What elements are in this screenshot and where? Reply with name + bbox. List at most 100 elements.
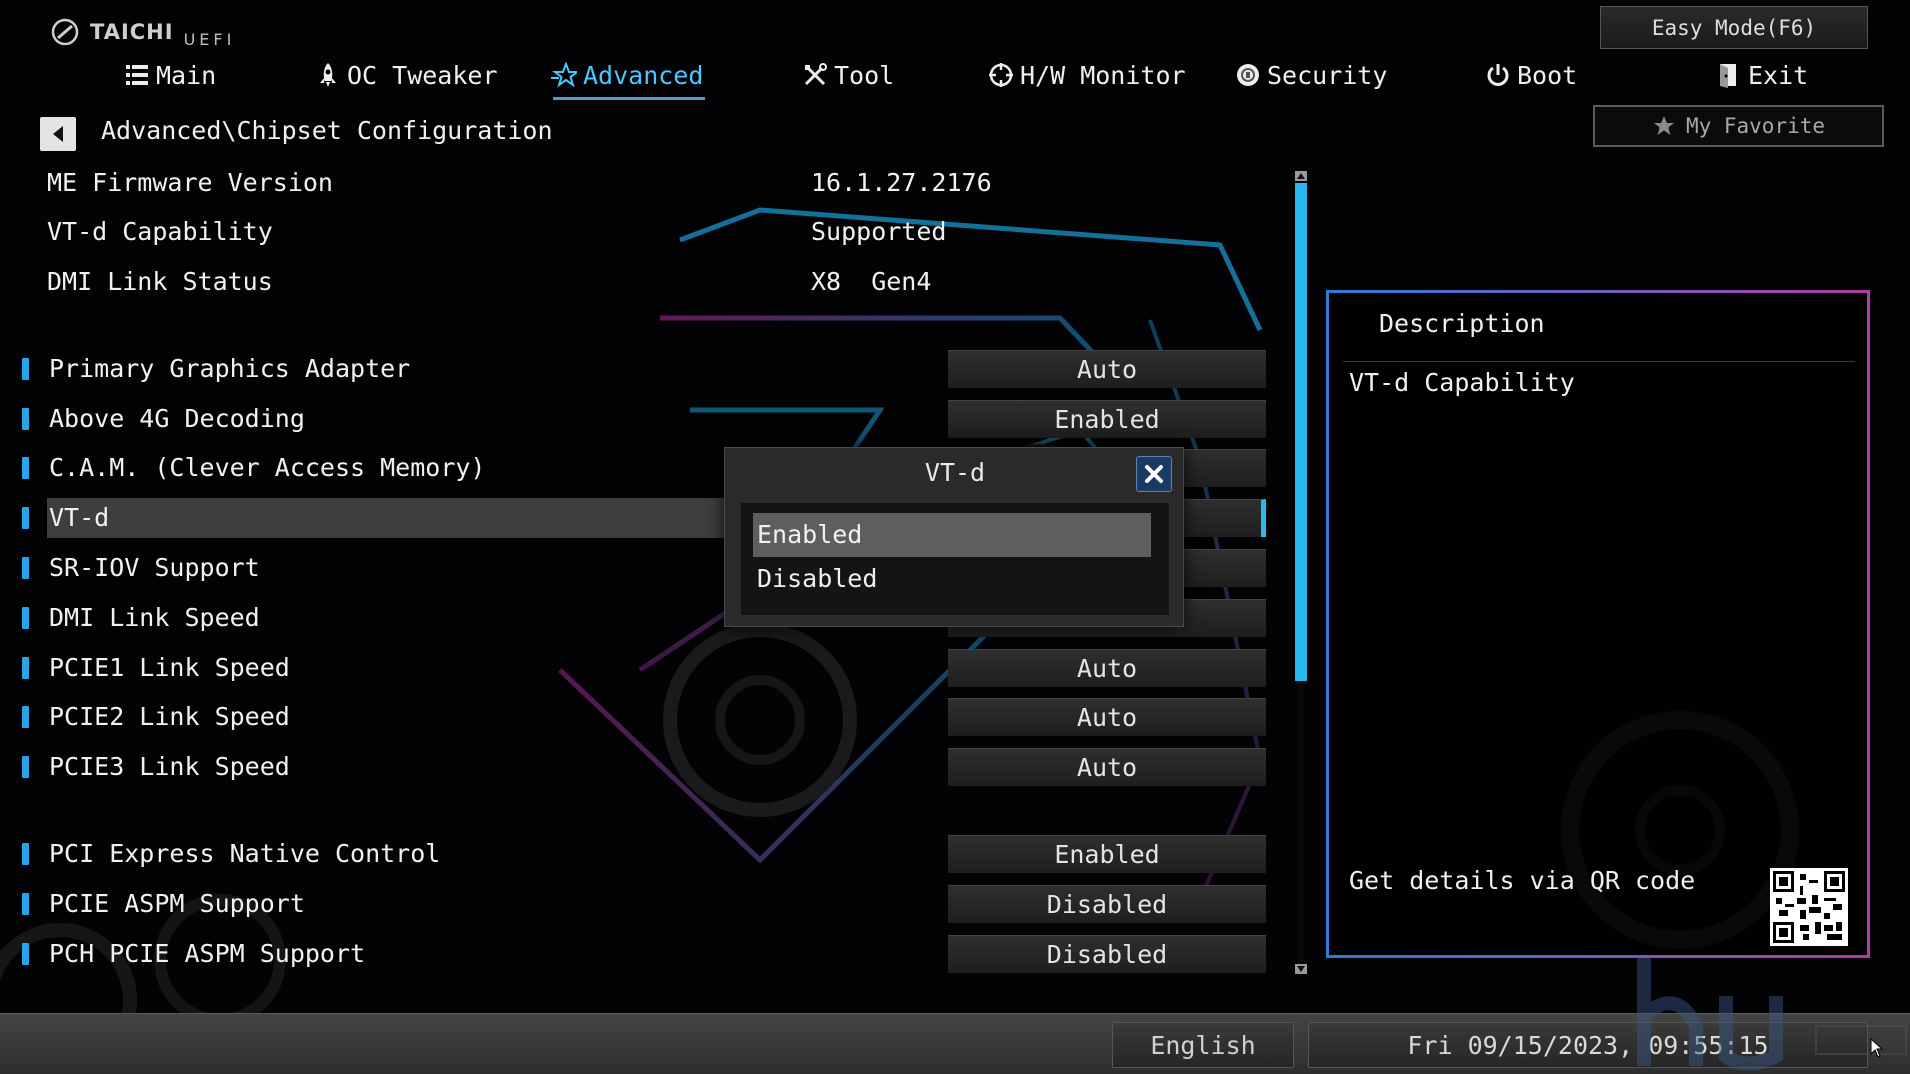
tab-tool[interactable]: Tool [802,56,894,94]
tab-boot[interactable]: Boot [1485,56,1577,94]
setting-label: SR-IOV Support [49,553,260,582]
settings-scrollbar[interactable] [1293,171,1309,982]
taichi-logo: TAICHI UEFI [50,14,235,50]
setting-label: Primary Graphics Adapter [49,354,411,383]
setting-label: PCH PCIE ASPM Support [49,939,366,968]
tab-tool-label: Tool [834,60,895,90]
setting-label: Above 4G Decoding [49,404,305,433]
selected-row-highlight [47,498,725,538]
tab-main[interactable]: Main [124,56,216,94]
tab-hw-monitor[interactable]: H/W Monitor [988,56,1186,94]
my-favorite-label: My Favorite [1685,114,1826,138]
info-row-vtd-capability: VT-d Capability Supported [0,212,1000,252]
description-title: Description [1379,309,1545,338]
brand-name: TAICHI [90,20,174,44]
info-row-me-firmware: ME Firmware Version 16.1.27.2176 [0,163,1000,203]
setting-pcie-aspm-support[interactable]: PCIE ASPM Support Disabled [0,884,1280,924]
language-button[interactable]: English [1112,1022,1294,1068]
option-disabled[interactable]: Disabled [753,557,1151,601]
tab-boot-label: Boot [1517,60,1578,90]
row-bullet [22,507,29,529]
qr-code-icon [1773,871,1845,943]
setting-primary-graphics-adapter[interactable]: Primary Graphics Adapter Auto [0,349,1280,389]
info-value: Supported [811,217,947,246]
setting-label: PCIE3 Link Speed [49,752,290,781]
info-value: 16.1.27.2176 [811,168,992,197]
description-text: VT-d Capability [1349,368,1575,397]
tab-oc-tweaker[interactable]: OC Tweaker [315,56,498,94]
date-time-display: Fri 09/15/2023, 09:55:15 [1308,1022,1868,1068]
qr-code-hint: Get details via QR code [1349,866,1696,895]
chevron-up-icon [1297,173,1305,179]
tab-exit-label: Exit [1748,60,1809,90]
setting-value-button[interactable]: Auto [948,698,1266,736]
row-bullet [22,706,29,728]
status-bar: English Fri 09/15/2023, 09:55:15 [0,1013,1910,1074]
info-label: DMI Link Status [47,267,273,296]
option-enabled[interactable]: Enabled [753,513,1151,557]
tools-icon [804,63,827,86]
setting-label: C.A.M. (Clever Access Memory) [49,453,486,482]
tab-security[interactable]: Security [1235,56,1387,94]
easy-mode-button[interactable]: Easy Mode(F6) [1600,6,1868,49]
star-icon [1653,116,1674,135]
dialog-close-button[interactable] [1136,456,1172,492]
tab-advanced[interactable]: Advanced [551,56,706,100]
tab-main-label: Main [156,60,217,90]
my-favorite-button[interactable]: My Favorite [1593,105,1884,147]
setting-value-button[interactable]: Auto [948,748,1266,786]
setting-label: PCIE ASPM Support [49,889,305,918]
row-bullet [22,607,29,629]
uefi-label: UEFI [183,29,236,49]
setting-label: VT-d [49,503,110,532]
setting-above-4g-decoding[interactable]: Above 4G Decoding Enabled [0,399,1280,439]
row-bullet [22,756,29,778]
row-bullet [22,408,29,430]
setting-value-button[interactable]: Disabled [948,935,1266,973]
description-divider [1343,361,1855,362]
tab-oc-tweaker-label: OC Tweaker [347,60,498,90]
info-label: VT-d Capability [47,217,273,246]
scroll-up-arrow[interactable] [1295,171,1307,181]
exit-icon [1720,64,1736,88]
tab-exit[interactable]: Exit [1716,56,1808,94]
setting-pch-pcie-aspm-support[interactable]: PCH PCIE ASPM Support Disabled [0,934,1280,974]
shield-icon [1237,64,1259,86]
scroll-thumb[interactable] [1295,183,1307,681]
back-button[interactable] [40,117,76,151]
vt-d-option-dialog: VT-d Enabled Disabled [724,447,1184,627]
setting-label: PCIE2 Link Speed [49,702,290,731]
setting-value-button[interactable]: Disabled [948,885,1266,923]
setting-value-button[interactable]: Enabled [948,835,1266,873]
chevron-left-icon [53,126,63,142]
setting-label: DMI Link Speed [49,603,260,632]
breadcrumb: Advanced\Chipset Configuration [101,116,553,145]
row-bullet [22,943,29,965]
row-bullet [22,358,29,380]
info-row-dmi-link-status: DMI Link Status X8 Gen4 [0,262,1000,302]
setting-pci-express-native-control[interactable]: PCI Express Native Control Enabled [0,834,1280,874]
scroll-down-arrow[interactable] [1295,964,1307,974]
bios-screen: TAICHI UEFI Main OC Tweaker Advanced Too… [0,0,1910,1074]
setting-label: PCIE1 Link Speed [49,653,290,682]
tab-advanced-label: Advanced [583,60,704,90]
tab-security-label: Security [1267,60,1388,90]
star-icon [551,62,577,88]
setting-pcie3-link-speed[interactable]: PCIE3 Link Speed Auto [0,747,1280,787]
chevron-down-icon [1297,966,1305,972]
setting-value-button[interactable]: Auto [948,649,1266,687]
row-bullet [22,657,29,679]
dialog-title: VT-d [924,458,986,487]
setting-pcie2-link-speed[interactable]: PCIE2 Link Speed Auto [0,697,1280,737]
tab-hw-monitor-label: H/W Monitor [1020,60,1186,90]
qr-code-image [1770,868,1848,946]
info-value: X8 Gen4 [811,267,932,296]
setting-value-button[interactable]: Auto [948,350,1266,388]
row-bullet [22,843,29,865]
setting-value-button[interactable]: Enabled [948,400,1266,438]
power-icon [1487,64,1509,86]
setting-label: PCI Express Native Control [49,839,441,868]
rocket-icon [320,63,336,87]
setting-pcie1-link-speed[interactable]: PCIE1 Link Speed Auto [0,648,1280,688]
taichi-logo-icon [51,18,79,46]
